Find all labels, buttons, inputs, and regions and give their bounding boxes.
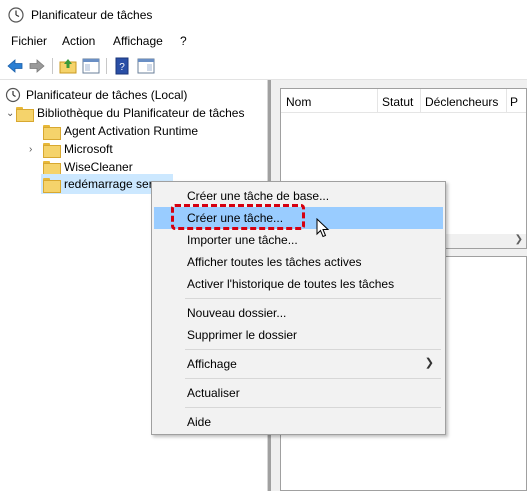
highlight-annotation-box bbox=[171, 204, 305, 230]
chevron-right-icon[interactable]: › bbox=[29, 144, 43, 155]
window-title: Planificateur de tâches bbox=[31, 8, 153, 22]
menu-item-label: Activer l'historique de toutes les tâche… bbox=[187, 277, 395, 291]
menu-item-view[interactable]: Affichage ❯ bbox=[154, 353, 443, 375]
title-bar: Planificateur de tâches bbox=[0, 0, 527, 31]
menu-item-label: Créer une tâche de base... bbox=[187, 189, 330, 203]
menu-item-label: Aide bbox=[187, 415, 212, 429]
menu-affichage[interactable]: Affichage bbox=[113, 34, 163, 48]
column-divider[interactable] bbox=[420, 89, 421, 113]
menu-item-label: Nouveau dossier... bbox=[187, 306, 287, 320]
forward-arrow-icon[interactable] bbox=[27, 56, 47, 76]
column-divider[interactable] bbox=[377, 89, 378, 113]
menu-item-refresh[interactable]: Actualiser bbox=[154, 382, 443, 404]
back-arrow-icon[interactable] bbox=[5, 56, 25, 76]
toolbar-separator bbox=[106, 58, 107, 74]
folder-icon bbox=[16, 106, 34, 122]
submenu-arrow-icon: ❯ bbox=[424, 357, 434, 369]
tree-item-agent-activation-runtime[interactable]: Agent Activation Runtime bbox=[43, 122, 198, 140]
tree-item-microsoft[interactable]: › Microsoft bbox=[29, 140, 113, 158]
menu-item-show-running-tasks[interactable]: Afficher toutes les tâches actives bbox=[154, 251, 443, 273]
folder-icon bbox=[43, 124, 61, 140]
column-header-nom[interactable]: Nom bbox=[286, 95, 311, 109]
menu-help[interactable]: ? bbox=[180, 34, 187, 48]
menu-item-enable-history[interactable]: Activer l'historique de toutes les tâche… bbox=[154, 273, 443, 295]
menu-item-label: Supprimer le dossier bbox=[187, 328, 298, 342]
menu-separator bbox=[185, 378, 441, 379]
folder-icon bbox=[43, 160, 61, 176]
column-divider[interactable] bbox=[506, 89, 507, 113]
folder-icon bbox=[43, 142, 61, 158]
scroll-right-arrow-icon[interactable]: ❯ bbox=[515, 234, 523, 245]
menu-item-label: Affichage bbox=[187, 357, 237, 371]
menu-item-label: Afficher toutes les tâches actives bbox=[187, 255, 362, 269]
column-header-statut[interactable]: Statut bbox=[382, 95, 413, 109]
menu-item-import-task[interactable]: Importer une tâche... bbox=[154, 229, 443, 251]
tree-label: Agent Activation Runtime bbox=[64, 124, 199, 138]
mouse-pointer-icon bbox=[316, 218, 330, 238]
menu-item-help[interactable]: Aide bbox=[154, 411, 443, 433]
menu-separator bbox=[185, 407, 441, 408]
menu-item-label: Importer une tâche... bbox=[187, 233, 298, 247]
menu-fichier[interactable]: Fichier bbox=[11, 34, 47, 48]
help-book-icon[interactable]: ? bbox=[112, 56, 132, 76]
menu-separator bbox=[185, 349, 441, 350]
list-header: Nom Statut Déclencheurs P bbox=[281, 89, 526, 113]
menu-bar: Fichier Action Affichage ? bbox=[0, 31, 527, 52]
menu-separator bbox=[185, 298, 441, 299]
menu-item-delete-folder[interactable]: Supprimer le dossier bbox=[154, 324, 443, 346]
svg-text:?: ? bbox=[119, 62, 125, 73]
tree-label: redémarrage ser bbox=[64, 177, 153, 191]
show-hide-tree-icon[interactable] bbox=[81, 56, 101, 76]
up-folder-icon[interactable] bbox=[58, 56, 78, 76]
chevron-expanded-icon[interactable]: ⌄ bbox=[6, 108, 16, 119]
column-header-prochaine[interactable]: P bbox=[510, 95, 518, 109]
tree-item-root[interactable]: Planificateur de tâches (Local) bbox=[5, 86, 187, 104]
toolbar: ? bbox=[0, 53, 527, 80]
menu-item-new-folder[interactable]: Nouveau dossier... bbox=[154, 302, 443, 324]
tree-label: Microsoft bbox=[64, 142, 113, 156]
menu-action[interactable]: Action bbox=[62, 34, 95, 48]
tree-label: Bibliothèque du Planificateur de tâches bbox=[37, 106, 245, 120]
menu-item-label: Actualiser bbox=[187, 386, 240, 400]
task-scheduler-clock-icon bbox=[8, 7, 24, 23]
tree-item-library[interactable]: ⌄ Bibliothèque du Planificateur de tâche… bbox=[6, 104, 244, 122]
toolbar-separator bbox=[52, 58, 53, 74]
tree-label: Planificateur de tâches (Local) bbox=[26, 88, 188, 102]
task-scheduler-clock-icon bbox=[5, 87, 21, 103]
show-hide-action-pane-icon[interactable] bbox=[136, 56, 156, 76]
column-header-declencheurs[interactable]: Déclencheurs bbox=[425, 95, 498, 109]
tree-label: WiseCleaner bbox=[64, 160, 133, 174]
folder-icon bbox=[43, 177, 61, 193]
